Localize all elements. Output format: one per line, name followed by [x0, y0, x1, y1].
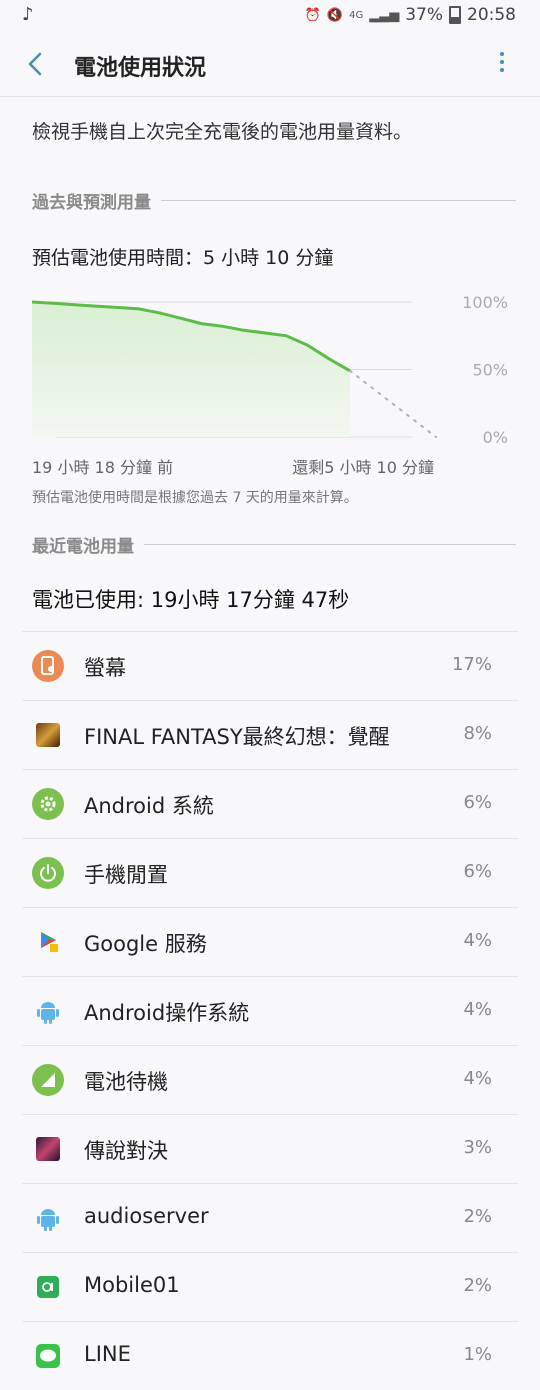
app-name: audioserver [84, 1204, 209, 1228]
alarm-icon: ⏰ [304, 7, 321, 23]
mute-icon: 🔇 [326, 7, 344, 23]
app-name: 手機閒置 [84, 863, 168, 887]
mobile01-icon [37, 1276, 59, 1298]
music-note-icon: ♪ [22, 4, 34, 25]
app-percent: 4% [463, 1068, 492, 1089]
x-start-label: 19 小時 18 分鐘 前 [32, 458, 174, 477]
app-name: Mobile01 [84, 1273, 180, 1297]
app-name: 螢幕 [84, 656, 126, 680]
page-description: 檢視手機自上次完全充電後的電池用量資料。 [32, 121, 413, 143]
list-item[interactable]: 電池待機 4% [22, 1045, 518, 1114]
screen-icon [32, 650, 64, 682]
estimate-text: 預估電池使用時間：5 小時 10 分鐘 [32, 247, 334, 269]
y-tick-labels: 100% 50% 0% [462, 293, 508, 447]
app-percent: 1% [463, 1344, 492, 1365]
y-tick-label: 50% [472, 361, 508, 380]
app-percent: 6% [463, 792, 492, 813]
chart-note: 預估電池使用時間是根據您過去 7 天的用量來計算。 [32, 490, 358, 506]
app-percent: 4% [463, 999, 492, 1020]
list-item[interactable]: Android 系統 6% [22, 769, 518, 838]
more-options-button[interactable] [492, 48, 512, 80]
y-tick-label: 0% [483, 428, 508, 447]
list-item[interactable]: audioserver 2% [22, 1183, 518, 1252]
series-line-projection [349, 369, 437, 438]
battery-icon [449, 6, 461, 24]
app-percent: 2% [463, 1206, 492, 1227]
app-name: Google 服務 [84, 932, 207, 956]
battery-percent: 37% [405, 5, 443, 25]
phone-idle-icon [32, 857, 64, 889]
more-dot [500, 60, 504, 64]
app-bar: 電池使用狀況 [0, 32, 540, 97]
divider [144, 543, 516, 545]
arena-of-valor-icon [36, 1137, 60, 1161]
list-item[interactable]: LINE 1% [22, 1321, 518, 1390]
app-percent: 17% [451, 654, 492, 675]
app-name: FINAL FANTASY最終幻想：覺醒 [84, 725, 390, 749]
network-type: 4G [349, 9, 364, 21]
back-button[interactable] [20, 46, 52, 82]
android-system-icon [32, 788, 64, 820]
list-item[interactable]: Android操作系統 4% [22, 976, 518, 1045]
status-bar: ♪ ⏰ 🔇 4G ▂▃▅ 37% 20:58 [0, 0, 540, 32]
divider [161, 199, 516, 201]
more-dot [500, 52, 504, 56]
list-item[interactable]: Google 服務 4% [22, 907, 518, 976]
battery-chart-svg: 100% 50% 0% [31, 293, 508, 447]
app-percent: 4% [463, 930, 492, 951]
section-label: 最近電池用量 [32, 536, 134, 557]
line-icon [36, 1344, 60, 1368]
list-item[interactable]: FINAL FANTASY最終幻想：覺醒 8% [22, 700, 518, 769]
list-item[interactable]: 螢幕 17% [22, 631, 518, 700]
section-label: 過去與預測用量 [32, 192, 151, 213]
android-os-icon [32, 995, 64, 1027]
app-name: 傳說對決 [84, 1139, 168, 1163]
list-item[interactable]: 傳說對決 3% [22, 1114, 518, 1183]
list-item[interactable]: Mobile01 2% [22, 1252, 518, 1321]
clock: 20:58 [467, 5, 516, 25]
audioserver-icon [32, 1202, 64, 1234]
app-name: LINE [84, 1342, 131, 1366]
google-services-icon [32, 926, 64, 958]
status-icons: ⏰ 🔇 4G ▂▃▅ 37% 20:58 [305, 5, 516, 25]
final-fantasy-icon [36, 723, 60, 747]
section-past-header: 過去與預測用量 [32, 189, 516, 213]
x-end-label: 還剩5 小時 10 分鐘 [292, 458, 434, 477]
section-recent-header: 最近電池用量 [32, 533, 516, 557]
page-title: 電池使用狀況 [74, 56, 207, 81]
app-usage-list: 螢幕 17% FINAL FANTASY最終幻想：覺醒 8% Android 系… [22, 631, 518, 1390]
signal-icon: ▂▃▅ [369, 7, 400, 23]
app-name: 電池待機 [84, 1070, 168, 1094]
app-percent: 2% [463, 1275, 492, 1296]
back-arrow-icon [28, 52, 42, 76]
app-percent: 6% [463, 861, 492, 882]
app-percent: 8% [463, 723, 492, 744]
app-name: Android 系統 [84, 794, 214, 818]
battery-used-text: 電池已使用: 19小時 17分鐘 47秒 [32, 588, 350, 612]
app-percent: 3% [463, 1137, 492, 1158]
more-dot [500, 68, 504, 72]
app-name: Android操作系統 [84, 1001, 250, 1025]
battery-standby-icon [32, 1064, 64, 1096]
battery-chart: 100% 50% 0% [0, 285, 540, 475]
y-tick-label: 100% [462, 293, 508, 312]
list-item[interactable]: 手機閒置 6% [22, 838, 518, 907]
